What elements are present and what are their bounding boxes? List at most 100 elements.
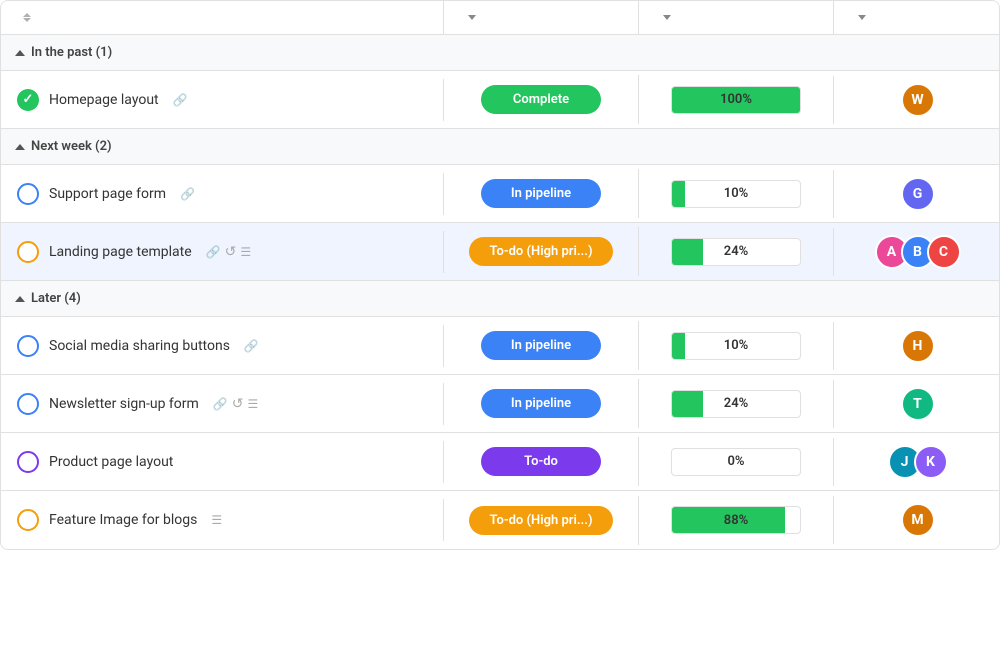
group-label: In the past (1) bbox=[31, 45, 112, 60]
stage-cell[interactable]: To-do bbox=[444, 437, 639, 486]
chevron-toggle-icon bbox=[15, 50, 25, 56]
list-icon bbox=[240, 244, 251, 260]
avatar: G bbox=[901, 177, 935, 211]
avatar: T bbox=[901, 387, 935, 421]
avatar-cell: G bbox=[834, 167, 1000, 221]
avatar-cell: T bbox=[834, 377, 1000, 431]
group-header-later[interactable]: Later (4) bbox=[1, 281, 999, 317]
paperclip-icon bbox=[206, 244, 221, 260]
task-row: Product page layout To-do 0% JK bbox=[1, 433, 999, 491]
avatar-cell: W bbox=[834, 73, 1000, 127]
avatar-group: H bbox=[901, 329, 935, 363]
progress-cell[interactable]: 24% bbox=[639, 380, 834, 428]
task-name-cell[interactable]: Homepage layout bbox=[1, 79, 444, 121]
table-header bbox=[1, 1, 999, 35]
progress-cell[interactable]: 24% bbox=[639, 228, 834, 276]
progress-text: 0% bbox=[672, 454, 800, 469]
stage-header[interactable] bbox=[444, 1, 639, 34]
avatar: H bbox=[901, 329, 935, 363]
task-name-cell[interactable]: Newsletter sign-up form bbox=[1, 383, 444, 425]
avatar: C bbox=[927, 235, 961, 269]
progress-bar-container: 10% bbox=[671, 180, 801, 208]
group-header-next-week[interactable]: Next week (2) bbox=[1, 129, 999, 165]
task-icons bbox=[173, 92, 188, 108]
avatar-group: M bbox=[901, 503, 935, 537]
paperclip-icon bbox=[173, 92, 188, 108]
avatar-group: T bbox=[901, 387, 935, 421]
progress-bar-container: 10% bbox=[671, 332, 801, 360]
stage-cell[interactable]: In pipeline bbox=[444, 321, 639, 370]
progress-cell[interactable]: 0% bbox=[639, 438, 834, 486]
task-row: Landing page template To-do (High pri...… bbox=[1, 223, 999, 281]
progress-bar-container: 24% bbox=[671, 238, 801, 266]
task-name-text: Support page form bbox=[49, 186, 166, 202]
status-in-pipeline-icon bbox=[17, 393, 39, 415]
stage-badge: In pipeline bbox=[481, 389, 601, 418]
progress-text: 100% bbox=[672, 92, 800, 107]
task-name-text: Newsletter sign-up form bbox=[49, 396, 199, 412]
status-in-pipeline-icon bbox=[17, 183, 39, 205]
paperclip-icon bbox=[213, 396, 228, 412]
stage-cell[interactable]: To-do (High pri...) bbox=[444, 227, 639, 276]
task-row: Support page form In pipeline 10% G bbox=[1, 165, 999, 223]
progress-header[interactable] bbox=[639, 1, 834, 34]
status-in-pipeline-icon bbox=[17, 335, 39, 357]
chevron-down-icon bbox=[858, 15, 866, 20]
task-icons bbox=[213, 396, 258, 412]
stage-cell[interactable]: In pipeline bbox=[444, 169, 639, 218]
stage-badge: In pipeline bbox=[481, 179, 601, 208]
task-name-cell[interactable]: Feature Image for blogs bbox=[1, 499, 444, 541]
progress-cell[interactable]: 10% bbox=[639, 170, 834, 218]
task-name-text: Social media sharing buttons bbox=[49, 338, 230, 354]
task-name-cell[interactable]: Support page form bbox=[1, 173, 444, 215]
progress-cell[interactable]: 100% bbox=[639, 76, 834, 124]
progress-bar-container: 24% bbox=[671, 390, 801, 418]
stage-badge: Complete bbox=[481, 85, 601, 114]
avatar-cell: ABC bbox=[834, 225, 1000, 279]
task-icons bbox=[206, 244, 251, 260]
sort-icon[interactable] bbox=[23, 13, 31, 22]
status-todo-high-icon bbox=[17, 509, 39, 531]
avatar: K bbox=[914, 445, 948, 479]
progress-bar-container: 0% bbox=[671, 448, 801, 476]
task-icons bbox=[211, 512, 222, 528]
task-row: Newsletter sign-up form In pipeline 24% … bbox=[1, 375, 999, 433]
task-name-cell[interactable]: Product page layout bbox=[1, 441, 444, 483]
progress-text: 88% bbox=[672, 513, 800, 528]
paperclip-icon bbox=[180, 186, 195, 202]
status-todo-icon bbox=[17, 451, 39, 473]
task-row: Feature Image for blogs To-do (High pri.… bbox=[1, 491, 999, 549]
stage-cell[interactable]: Complete bbox=[444, 75, 639, 124]
stage-badge: In pipeline bbox=[481, 331, 601, 360]
task-name-cell[interactable]: Landing page template bbox=[1, 231, 444, 273]
progress-cell[interactable]: 88% bbox=[639, 496, 834, 544]
stage-badge: To-do (High pri...) bbox=[469, 506, 612, 535]
task-icons bbox=[180, 186, 195, 202]
assigned-header[interactable] bbox=[834, 1, 1000, 34]
avatar-group: JK bbox=[888, 445, 948, 479]
progress-bar-container: 100% bbox=[671, 86, 801, 114]
stage-cell[interactable]: In pipeline bbox=[444, 379, 639, 428]
group-header-in-the-past[interactable]: In the past (1) bbox=[1, 35, 999, 71]
avatar-cell: H bbox=[834, 319, 1000, 373]
avatar: W bbox=[901, 83, 935, 117]
progress-text: 10% bbox=[672, 338, 800, 353]
stage-badge: To-do bbox=[481, 447, 601, 476]
stage-badge: To-do (High pri...) bbox=[469, 237, 612, 266]
status-complete-icon bbox=[17, 89, 39, 111]
task-name-cell[interactable]: Social media sharing buttons bbox=[1, 325, 444, 367]
avatar-group: G bbox=[901, 177, 935, 211]
table-body: In the past (1) Homepage layout Complete… bbox=[1, 35, 999, 549]
task-name-text: Homepage layout bbox=[49, 92, 159, 108]
stage-cell[interactable]: To-do (High pri...) bbox=[444, 496, 639, 545]
tasks-table: In the past (1) Homepage layout Complete… bbox=[0, 0, 1000, 550]
progress-bar-container: 88% bbox=[671, 506, 801, 534]
task-title-header[interactable] bbox=[1, 1, 444, 34]
paperclip-icon bbox=[244, 338, 259, 354]
avatar-cell: JK bbox=[834, 435, 1000, 489]
progress-text: 24% bbox=[672, 396, 800, 411]
avatar-group: W bbox=[901, 83, 935, 117]
group-label: Later (4) bbox=[31, 291, 81, 306]
task-icons bbox=[244, 338, 259, 354]
progress-cell[interactable]: 10% bbox=[639, 322, 834, 370]
